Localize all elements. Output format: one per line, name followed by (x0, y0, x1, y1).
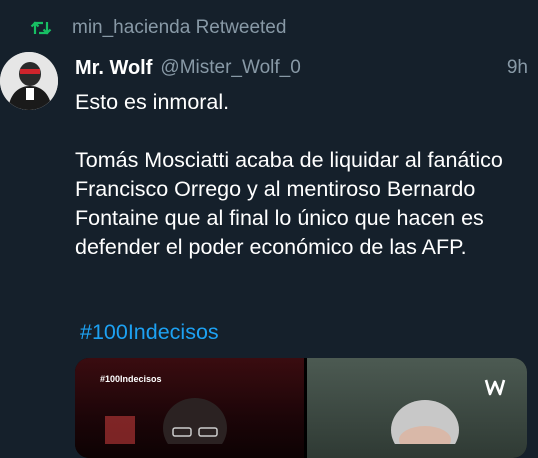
tweet-text: Esto es inmoral. Tomás Mosciatti acaba d… (75, 90, 503, 259)
person-silhouette-left (105, 398, 227, 444)
avatar-image (0, 52, 58, 110)
retweeted-by-label[interactable]: min_hacienda Retweeted (72, 17, 286, 39)
author-display-name[interactable]: Mr. Wolf (75, 57, 152, 80)
media-image-left[interactable]: #100Indecisos (75, 358, 304, 458)
author-handle[interactable]: @Mister_Wolf_0 (160, 57, 300, 79)
retweet-context[interactable]: min_hacienda Retweeted (30, 16, 286, 40)
tweet-header: Mr. Wolf @Mister_Wolf_0 9h (75, 55, 528, 81)
retweet-icon (30, 18, 52, 38)
avatar[interactable] (0, 52, 58, 110)
hashtag-link[interactable]: #100Indecisos (80, 320, 219, 345)
media-image-right[interactable] (307, 358, 527, 458)
tweet-media[interactable]: #100Indecisos (75, 358, 527, 458)
person-silhouette-right (391, 400, 459, 444)
video-brand-icon (483, 376, 507, 398)
tweet-timestamp[interactable]: 9h (507, 57, 528, 79)
